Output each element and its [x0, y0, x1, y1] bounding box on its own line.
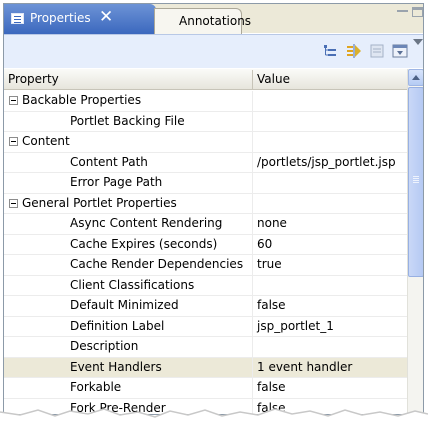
cell-divider	[252, 275, 253, 295]
property-value[interactable]: 1 event handler	[257, 360, 352, 374]
cell-divider	[252, 255, 253, 275]
property-name: Backable Properties	[22, 93, 142, 107]
collapse-icon[interactable]	[9, 96, 18, 105]
cell-divider	[252, 111, 253, 131]
scroll-grip-icon	[413, 176, 419, 177]
table-row[interactable]: Cache Expires (seconds) 60	[4, 234, 407, 255]
cell-divider	[252, 152, 253, 172]
table-row[interactable]: Default Minimized false	[4, 296, 407, 317]
minimize-icon[interactable]	[397, 7, 408, 12]
table-row[interactable]: Cache Render Dependencies true	[4, 255, 407, 276]
table-row[interactable]: Client Classifications	[4, 275, 407, 296]
property-value[interactable]: false	[257, 380, 286, 394]
property-value[interactable]: false	[257, 298, 286, 312]
property-name: Content	[22, 134, 70, 148]
tab-strip: Properties ✕ Annotations	[4, 4, 423, 34]
header-value[interactable]: Value	[257, 72, 290, 86]
property-table: Property Value Backable Properties Portle…	[4, 69, 407, 414]
property-name: Forkable	[70, 380, 122, 394]
close-icon[interactable]: ✕	[99, 7, 113, 27]
property-name: Cache Render Dependencies	[70, 257, 244, 271]
tab-annotations[interactable]: Annotations	[154, 8, 251, 34]
table-row[interactable]: Error Page Path	[4, 173, 407, 194]
property-value[interactable]: /portlets/jsp_portlet.jsp	[257, 155, 396, 169]
property-name: Description	[70, 339, 139, 353]
scroll-thumb[interactable]	[408, 87, 423, 277]
table-row[interactable]: Content Path/portlets/jsp_portlet.jsp	[4, 152, 407, 173]
tab-properties-label: Properties	[30, 11, 91, 25]
table-row[interactable]: Event Handlers 1 event handler	[4, 357, 407, 378]
property-name: Default Minimized	[70, 298, 179, 312]
category-row[interactable]: Content	[4, 132, 407, 153]
property-name: Definition Label	[70, 318, 165, 333]
property-name: Async Content Rendering	[70, 216, 223, 230]
properties-icon	[11, 13, 24, 24]
collapse-icon[interactable]	[9, 198, 18, 208]
cell-divider	[252, 91, 253, 111]
property-value[interactable]: jsp_portlet_1	[257, 319, 334, 333]
collapse-icon[interactable]	[9, 137, 18, 146]
restore-default-icon[interactable]	[369, 43, 385, 59]
tab-properties[interactable]: Properties ✕	[4, 4, 156, 34]
table-header: Property Value	[4, 69, 407, 90]
table-row[interactable]: Description	[4, 337, 407, 358]
property-name: Event Handlers	[70, 359, 162, 374]
category-row[interactable]: General Portlet Properties	[4, 193, 407, 214]
cell-divider	[252, 234, 253, 254]
table-row[interactable]: Async Content Rendering none	[4, 214, 407, 235]
vertical-scrollbar[interactable]	[407, 69, 423, 414]
property-value[interactable]: true	[257, 257, 282, 271]
property-name: Content Path	[70, 154, 148, 169]
cell-divider	[252, 173, 253, 193]
property-value[interactable]: 60	[257, 237, 272, 251]
table-rows: Backable Properties Portlet Backing File C…	[4, 91, 407, 414]
property-name: General Portlet Properties	[22, 195, 177, 210]
cell-divider	[252, 296, 253, 316]
cell-divider	[252, 316, 253, 336]
view-toolbar	[4, 34, 423, 68]
property-value[interactable]: none	[257, 216, 287, 230]
properties-view: Properties ✕ Annotations Property Value …	[3, 3, 424, 415]
maximize-icon[interactable]	[412, 7, 423, 17]
cell-divider	[252, 193, 253, 213]
property-name: Client Classifications	[70, 277, 195, 292]
table-row[interactable]: Definition Label jsp_portlet_1	[4, 316, 407, 337]
filter-icon[interactable]	[392, 43, 408, 59]
property-name: Error Page Path	[70, 175, 163, 189]
property-name: Cache Expires (seconds)	[70, 236, 218, 251]
cell-divider	[252, 132, 253, 152]
view-menu-icon[interactable]	[413, 39, 423, 45]
column-separator[interactable]	[252, 70, 253, 89]
property-name: Portlet Backing File	[70, 113, 185, 128]
torn-edge	[0, 408, 428, 425]
tab-annotations-label: Annotations	[179, 14, 252, 28]
category-row[interactable]: Backable Properties	[4, 91, 407, 112]
cell-divider	[252, 214, 253, 234]
cell-divider	[252, 378, 253, 398]
table-row[interactable]: Forkable false	[4, 378, 407, 399]
show-categories-icon[interactable]	[322, 43, 338, 59]
scroll-up-icon[interactable]	[408, 69, 423, 86]
cell-divider	[252, 337, 253, 357]
header-property[interactable]: Property	[8, 72, 59, 86]
cell-divider	[252, 357, 253, 377]
table-row[interactable]: Portlet Backing File	[4, 111, 407, 132]
show-advanced-icon[interactable]	[346, 43, 362, 59]
